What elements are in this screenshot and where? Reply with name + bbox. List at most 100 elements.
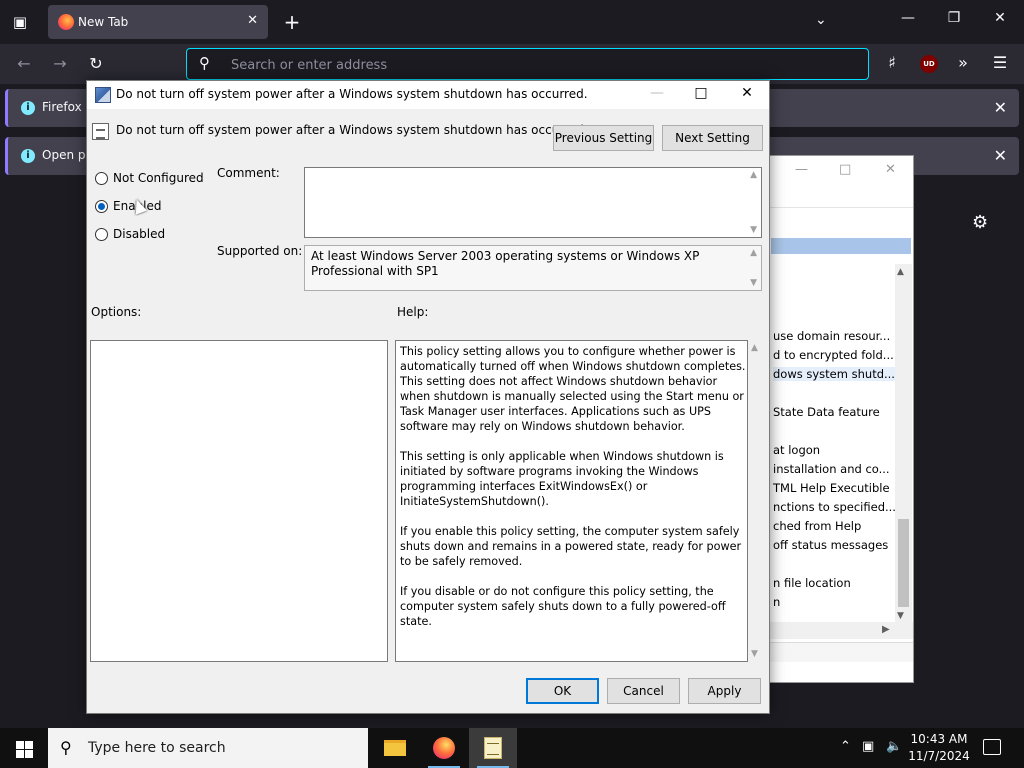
supported-on-field: At least Windows Server 2003 operating s… (304, 245, 762, 291)
scroll-down-icon[interactable]: ▼ (751, 649, 758, 659)
radio-label: Not Configured (113, 171, 204, 185)
minimize-icon[interactable]: — (896, 10, 920, 26)
list-item-selected[interactable]: dows system shutd... (773, 367, 897, 381)
tab-title: New Tab (78, 15, 129, 29)
ublock-origin-icon[interactable]: UD (920, 55, 938, 73)
comment-textarea[interactable]: ▲ ▼ (304, 167, 762, 238)
list-item[interactable]: use domain resour... (773, 329, 890, 343)
policy-name: Do not turn off system power after a Win… (116, 123, 588, 137)
search-placeholder: Type here to search (88, 740, 226, 756)
action-center-icon[interactable] (983, 739, 1001, 755)
help-scrollbar[interactable]: ▲ ▼ (748, 340, 764, 662)
options-panel (90, 340, 388, 662)
list-item[interactable]: installation and co... (773, 462, 890, 476)
ok-button[interactable]: OK (526, 678, 599, 704)
url-input[interactable] (231, 55, 831, 75)
search-icon: ⚲ (199, 54, 210, 72)
policy-window-icon (95, 87, 111, 103)
list-item[interactable]: off status messages (773, 538, 888, 552)
search-icon: ⚲ (60, 738, 72, 757)
firefox-taskbar-button[interactable] (420, 728, 468, 768)
app-menu-hamburger-icon[interactable]: ☰ (988, 53, 1012, 72)
list-item[interactable]: nctions to specified... (773, 500, 896, 514)
extensions-puzzle-icon[interactable]: ♯ (880, 53, 904, 72)
close-notification-icon[interactable]: ✕ (994, 98, 1007, 117)
close-window-icon[interactable]: ✕ (988, 10, 1012, 26)
info-icon: i (21, 149, 35, 163)
list-item[interactable]: TML Help Executible (773, 481, 890, 495)
scroll-down-icon[interactable]: ▼ (897, 611, 904, 621)
list-item[interactable]: at logon (773, 443, 820, 457)
previous-setting-button[interactable]: Previous Setting (553, 125, 654, 151)
new-tab-plus-icon[interactable]: + (280, 10, 304, 34)
scroll-up-icon[interactable]: ▲ (751, 343, 758, 353)
cancel-button[interactable]: Cancel (607, 678, 680, 704)
firefox-view-icon[interactable]: ▣ (8, 10, 32, 34)
minimize-icon[interactable]: — (795, 162, 808, 177)
list-all-tabs-chevron-icon[interactable]: ⌄ (815, 12, 827, 28)
windows-logo-icon (16, 741, 24, 749)
info-icon: i (21, 101, 35, 115)
close-icon[interactable]: ✕ (885, 162, 896, 177)
dialog-title: Do not turn off system power after a Win… (116, 87, 588, 101)
help-paragraph: If you disable or do not configure this … (400, 585, 726, 628)
list-header (771, 238, 911, 254)
maximize-icon[interactable]: □ (687, 85, 715, 101)
scroll-down-icon[interactable]: ▼ (750, 225, 757, 235)
bg-window-titlebar: — □ ✕ (761, 156, 913, 186)
reload-icon[interactable]: ↻ (85, 53, 107, 75)
help-paragraph: This policy setting allows you to config… (400, 345, 746, 433)
scroll-up-icon[interactable]: ▲ (750, 170, 757, 180)
url-bar[interactable]: ⚲ (186, 48, 869, 80)
supported-on-label: Supported on: (217, 244, 303, 258)
firefox-icon (433, 737, 455, 759)
volume-muted-icon[interactable]: 🔈 (886, 739, 902, 754)
forward-arrow-icon[interactable]: → (49, 53, 71, 75)
status-bar (761, 642, 913, 662)
clock-date: 11/7/2024 (908, 749, 970, 763)
scroll-right-icon[interactable]: ▶ (882, 624, 890, 635)
help-paragraph: This setting is only applicable when Win… (400, 450, 724, 508)
settings-gear-icon[interactable]: ⚙ (972, 212, 988, 233)
tab-new-tab[interactable]: New Tab ✕ (48, 5, 268, 39)
network-icon[interactable]: ▣ (862, 739, 874, 754)
minimize-icon: — (650, 85, 664, 101)
maximize-icon[interactable]: □ (839, 162, 851, 177)
list-item[interactable]: n (773, 595, 780, 609)
radio-button[interactable] (95, 228, 108, 241)
start-button[interactable] (0, 728, 48, 768)
folder-icon (384, 740, 406, 756)
scroll-down-icon[interactable]: ▼ (750, 278, 757, 288)
list-item[interactable]: n file location (773, 576, 851, 590)
dialog-titlebar: Do not turn off system power after a Win… (87, 81, 769, 109)
close-notification-icon[interactable]: ✕ (994, 146, 1007, 165)
radio-button-selected[interactable] (95, 200, 108, 213)
apply-button[interactable]: Apply (688, 678, 761, 704)
close-icon[interactable]: ✕ (733, 85, 761, 101)
back-arrow-icon[interactable]: ← (13, 53, 35, 75)
radio-button[interactable] (95, 172, 108, 185)
group-policy-editor-window: — □ ✕ use domain resour... d to encrypte… (760, 155, 914, 683)
help-label: Help: (397, 305, 429, 319)
file-explorer-taskbar-button[interactable] (371, 728, 419, 768)
list-item[interactable]: ched from Help (773, 519, 861, 533)
show-hidden-icons-chevron-icon[interactable]: ⌃ (840, 739, 851, 754)
vertical-scrollbar[interactable]: ▲ ▼ (895, 264, 912, 624)
help-paragraph: If you enable this policy setting, the c… (400, 525, 742, 568)
scroll-up-icon[interactable]: ▲ (750, 248, 757, 258)
scroll-up-icon[interactable]: ▲ (897, 267, 904, 277)
scrollbar-thumb[interactable] (898, 519, 909, 607)
taskbar-clock[interactable]: 10:43 AM 11/7/2024 (908, 731, 970, 765)
horizontal-scrollbar[interactable]: ▶ (761, 622, 913, 639)
next-setting-button[interactable]: Next Setting (662, 125, 763, 151)
radio-label: Disabled (113, 227, 166, 241)
list-item[interactable]: State Data feature (773, 405, 880, 419)
more-tools-chevrons-icon[interactable]: » (951, 53, 975, 72)
taskbar-search-box[interactable]: ⚲ Type here to search (48, 728, 368, 768)
list-item[interactable]: d to encrypted fold... (773, 348, 894, 362)
notepad-taskbar-button[interactable] (469, 728, 517, 768)
comment-label: Comment: (217, 166, 280, 180)
maximize-icon[interactable]: ❐ (942, 10, 966, 26)
clock-time: 10:43 AM (910, 732, 968, 746)
tab-close-icon[interactable]: ✕ (247, 13, 258, 28)
